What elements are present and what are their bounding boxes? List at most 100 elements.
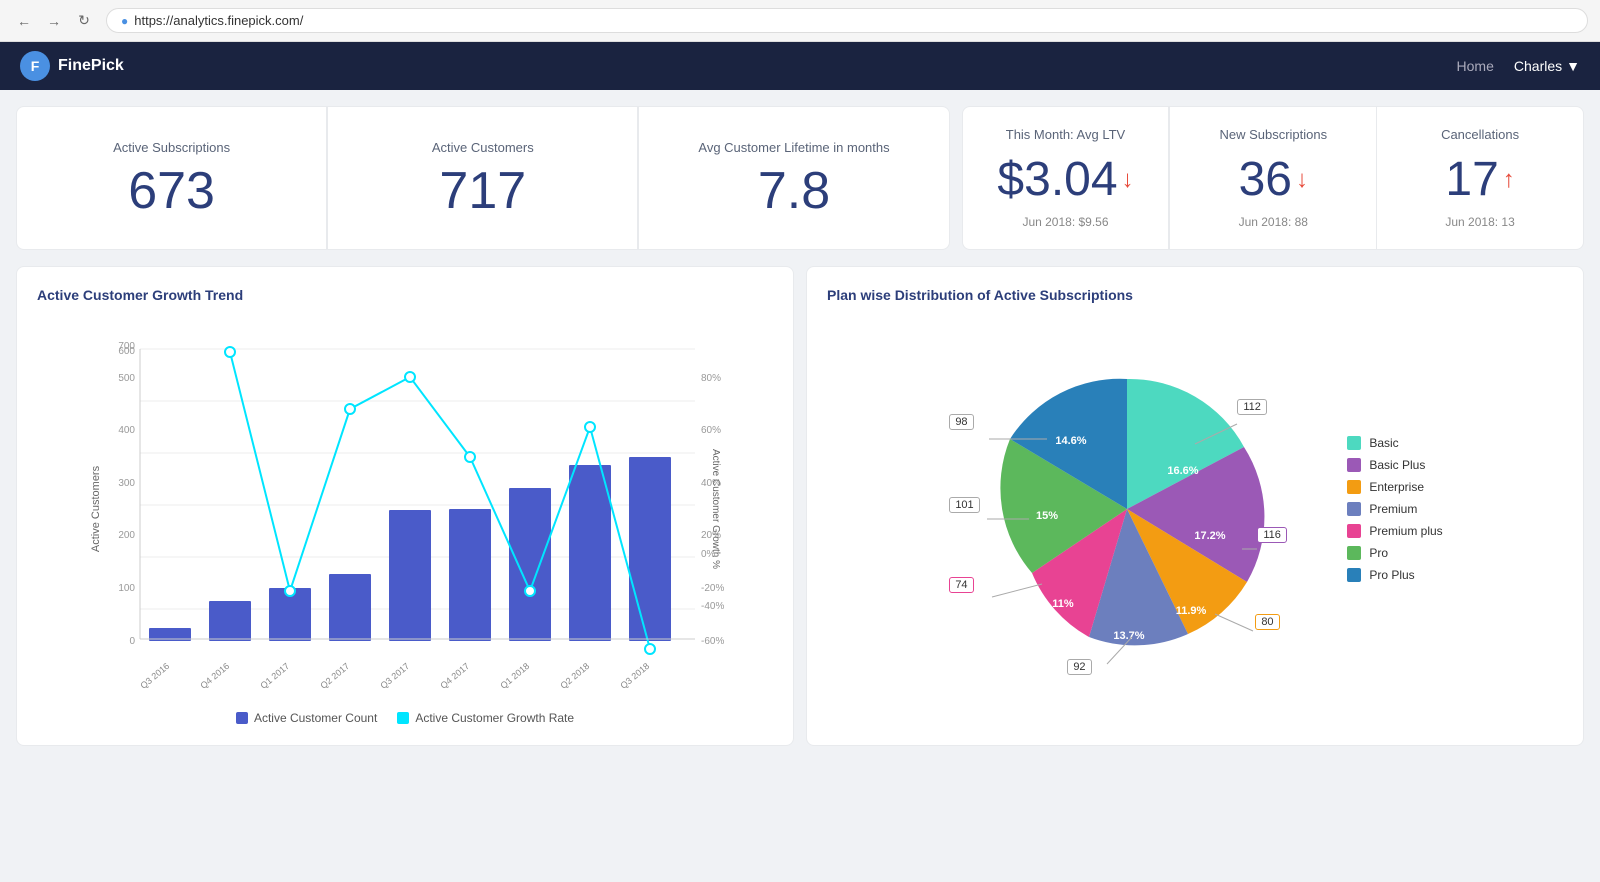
avg-lifetime-value: 7.8 <box>758 165 830 217</box>
active-customers-label: Active Customers <box>432 140 534 155</box>
legend-label-proplus: Pro Plus <box>1369 568 1414 582</box>
legend-color-pro <box>1347 546 1361 560</box>
svg-text:20%: 20% <box>701 530 721 541</box>
legend-premium: Premium <box>1347 502 1442 516</box>
kpi-right-group: This Month: Avg LTV $3.04 ↓ Jun 2018: $9… <box>962 106 1584 250</box>
legend-bar-item: Active Customer Count <box>236 711 377 725</box>
svg-text:60%: 60% <box>701 425 721 436</box>
ltv-sub: Jun 2018: $9.56 <box>1022 215 1108 229</box>
avg-lifetime-label: Avg Customer Lifetime in months <box>698 140 889 155</box>
active-customers-card: Active Customers 717 <box>327 106 638 250</box>
svg-text:Q3 2018: Q3 2018 <box>618 661 651 691</box>
svg-text:500: 500 <box>118 373 135 384</box>
label-basicplus: 116 <box>1257 527 1287 543</box>
cancellations-trend-icon: ↑ <box>1503 166 1515 194</box>
legend-label-basicplus: Basic Plus <box>1369 458 1425 472</box>
new-subs-value: 36 <box>1239 152 1292 207</box>
label-proplus: 98 <box>949 414 973 430</box>
new-subs-sub: Jun 2018: 88 <box>1239 215 1308 229</box>
legend-line-color <box>397 712 409 724</box>
svg-text:11%: 11% <box>1053 598 1075 610</box>
legend-line-label: Active Customer Growth Rate <box>415 711 574 725</box>
kpi-section: Active Subscriptions 673 Active Customer… <box>16 106 1584 250</box>
svg-text:-20%: -20% <box>701 583 724 594</box>
growth-chart-title: Active Customer Growth Trend <box>37 287 773 303</box>
svg-text:0: 0 <box>129 636 135 647</box>
legend-label-basic: Basic <box>1369 436 1398 450</box>
cancellations-value: 17 <box>1445 152 1498 207</box>
main-content: Active Subscriptions 673 Active Customer… <box>0 90 1600 762</box>
pie-svg: 16.6% 17.2% 11.9% 13.7% 11% 15% 14.6% <box>947 329 1307 689</box>
svg-text:-60%: -60% <box>701 636 724 647</box>
chart-legend-bottom: Active Customer Count Active Customer Gr… <box>37 711 773 725</box>
back-button[interactable]: ← <box>12 9 36 33</box>
legend-label-premium: Premium <box>1369 502 1417 516</box>
legend-basic: Basic <box>1347 436 1442 450</box>
svg-text:200: 200 <box>118 530 135 541</box>
logo-icon: F <box>20 51 50 81</box>
label-premium: 92 <box>1067 659 1091 675</box>
svg-text:400: 400 <box>118 425 135 436</box>
kpi-left-group: Active Subscriptions 673 Active Customer… <box>16 106 950 250</box>
legend-color-enterprise <box>1347 480 1361 494</box>
legend-label-enterprise: Enterprise <box>1369 480 1424 494</box>
active-subscriptions-card: Active Subscriptions 673 <box>16 106 327 250</box>
svg-text:Q2 2018: Q2 2018 <box>558 661 591 691</box>
ltv-value: $3.04 <box>997 152 1117 207</box>
pie-chart-card: Plan wise Distribution of Active Subscri… <box>806 266 1584 746</box>
legend-pro: Pro <box>1347 546 1442 560</box>
label-basic: 112 <box>1237 399 1267 415</box>
top-nav: F FinePick Home Charles ▼ <box>0 42 1600 90</box>
legend-basicplus: Basic Plus <box>1347 458 1442 472</box>
url-text: https://analytics.finepick.com/ <box>134 13 303 28</box>
legend-bar-color <box>236 712 248 724</box>
legend-enterprise: Enterprise <box>1347 480 1442 494</box>
logo: F FinePick <box>20 51 124 81</box>
growth-trend-chart-card: Active Customer Growth Trend Active Cust… <box>16 266 794 746</box>
user-menu[interactable]: Charles ▼ <box>1514 58 1580 74</box>
legend-color-premiumplus <box>1347 524 1361 538</box>
svg-text:Q1 2018: Q1 2018 <box>498 661 531 691</box>
logo-text: FinePick <box>58 57 124 75</box>
cancellations-label: Cancellations <box>1441 127 1519 142</box>
legend-proplus: Pro Plus <box>1347 568 1442 582</box>
svg-text:40%: 40% <box>701 478 721 489</box>
legend-line-item: Active Customer Growth Rate <box>397 711 574 725</box>
active-customers-value: 717 <box>439 165 526 217</box>
svg-text:Active Customers: Active Customers <box>90 465 102 552</box>
ltv-value-group: $3.04 ↓ <box>997 152 1133 207</box>
forward-button[interactable]: → <box>42 9 66 33</box>
new-subscriptions-card: New Subscriptions 36 ↓ Jun 2018: 88 <box>1169 106 1377 250</box>
svg-text:-40%: -40% <box>701 601 724 612</box>
pie-wrapper: 16.6% 17.2% 11.9% 13.7% 11% 15% 14.6% <box>947 319 1307 699</box>
legend-color-proplus <box>1347 568 1361 582</box>
ltv-label: This Month: Avg LTV <box>1006 127 1125 142</box>
ltv-card: This Month: Avg LTV $3.04 ↓ Jun 2018: $9… <box>962 106 1170 250</box>
svg-text:15%: 15% <box>1036 510 1058 522</box>
svg-text:11.9%: 11.9% <box>1176 605 1207 617</box>
legend-color-basicplus <box>1347 458 1361 472</box>
svg-text:Q4 2016: Q4 2016 <box>198 661 231 691</box>
svg-text:Q1 2017: Q1 2017 <box>258 661 291 691</box>
legend-bar-label: Active Customer Count <box>254 711 377 725</box>
home-link[interactable]: Home <box>1457 58 1494 74</box>
charts-row: Active Customer Growth Trend Active Cust… <box>16 266 1584 746</box>
pie-chart-title: Plan wise Distribution of Active Subscri… <box>827 287 1563 303</box>
user-name: Charles <box>1514 58 1562 74</box>
svg-text:Q2 2017: Q2 2017 <box>318 661 351 691</box>
reload-button[interactable]: ↻ <box>72 9 96 33</box>
active-subscriptions-value: 673 <box>128 165 215 217</box>
label-pro: 101 <box>949 497 979 513</box>
new-subs-label: New Subscriptions <box>1219 127 1327 142</box>
address-bar[interactable]: ● https://analytics.finepick.com/ <box>106 8 1588 33</box>
svg-text:0%: 0% <box>701 549 716 560</box>
label-enterprise: 80 <box>1255 614 1279 630</box>
legend-color-basic <box>1347 436 1361 450</box>
svg-text:80%: 80% <box>701 373 721 384</box>
cancellations-sub: Jun 2018: 13 <box>1445 215 1514 229</box>
avg-lifetime-card: Avg Customer Lifetime in months 7.8 <box>638 106 949 250</box>
svg-text:Q3 2017: Q3 2017 <box>378 661 411 691</box>
legend-label-premiumplus: Premium plus <box>1369 524 1442 538</box>
browser-chrome: ← → ↻ ● https://analytics.finepick.com/ <box>0 0 1600 42</box>
legend-label-pro: Pro <box>1369 546 1388 560</box>
